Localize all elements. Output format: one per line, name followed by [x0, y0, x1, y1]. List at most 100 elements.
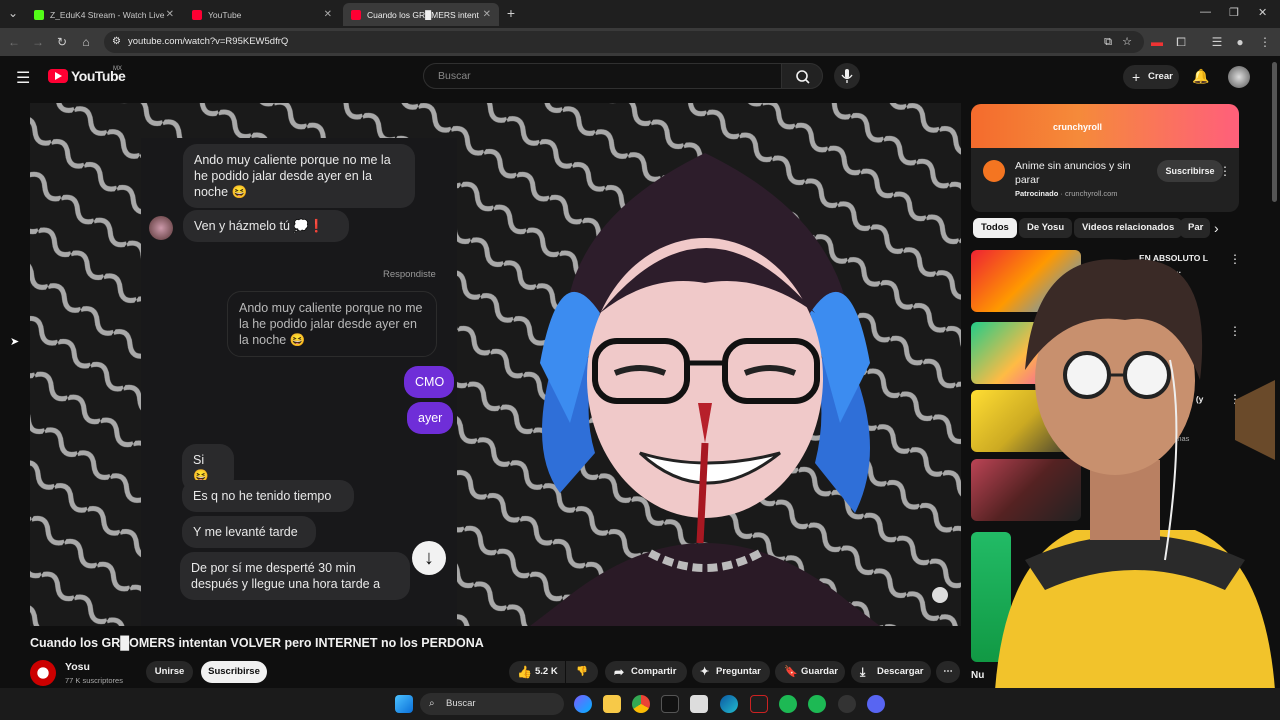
ad-banner[interactable]: crunchyroll: [971, 104, 1239, 148]
reading-list-icon[interactable]: ☰: [1208, 33, 1226, 51]
tab-title: YouTube: [208, 9, 242, 20]
search-button[interactable]: [781, 63, 823, 89]
back-icon[interactable]: ←: [5, 33, 23, 51]
chat-message: Y me levanté tarde: [182, 516, 316, 548]
tab-list-icon[interactable]: ⌄: [4, 4, 22, 22]
scroll-down-icon: ↓: [412, 541, 446, 575]
create-button[interactable]: + Crear: [1123, 65, 1179, 89]
windows-taskbar: ⌕ Buscar: [0, 688, 1280, 720]
kick-icon: [34, 9, 44, 20]
voice-search-button[interactable]: [834, 63, 860, 89]
maximize-icon[interactable]: ❐: [1229, 6, 1239, 19]
ad-brand: crunchyroll: [1053, 122, 1103, 132]
spotify-icon[interactable]: [779, 695, 797, 713]
microphone-icon: [841, 69, 853, 83]
chat-message: Ven y házmelo tú 💭❗: [183, 210, 349, 242]
extensions-icon[interactable]: ⧠: [1172, 33, 1190, 51]
install-app-icon[interactable]: ⧉: [1104, 31, 1112, 53]
tab-title: Cuando los GR█MERS intenta: [367, 9, 479, 20]
download-icon: ⤓: [860, 665, 866, 679]
tab-title: Z_EduK4 Stream - Watch Live o: [50, 9, 166, 20]
close-window-icon[interactable]: ✕: [1258, 6, 1267, 19]
tab-z-eduk4[interactable]: Z_EduK4 Stream - Watch Live o ✕: [26, 3, 182, 26]
search-icon: ⌕: [429, 698, 435, 709]
tiktok-icon[interactable]: [661, 695, 679, 713]
ask-button[interactable]: ✦ Preguntar: [692, 661, 770, 683]
like-button[interactable]: 👍 5.2 K: [509, 661, 565, 683]
ad-more-icon[interactable]: ⋮: [1219, 164, 1231, 178]
spotify-icon[interactable]: [808, 695, 826, 713]
profile-avatar-icon[interactable]: ●: [1231, 33, 1249, 51]
video-title: Cuando los GR█OMERS intentan VOLVER pero…: [30, 636, 484, 650]
channel-name[interactable]: Yosu: [65, 661, 90, 673]
share-button[interactable]: ➦ Compartir: [605, 661, 687, 683]
save-button[interactable]: 🔖 Guardar: [775, 661, 845, 683]
windows-start-icon[interactable]: [395, 695, 413, 713]
download-button[interactable]: ⤓ Descargar: [851, 661, 931, 683]
copilot-icon[interactable]: [574, 695, 592, 713]
quoted-message: Ando muy caliente porque no me la he pod…: [227, 291, 437, 357]
region-code: MX: [113, 66, 122, 72]
youtube-favicon-icon: [192, 9, 202, 20]
bookmark-star-icon[interactable]: ☆: [1122, 31, 1132, 53]
browser-menu-icon[interactable]: ⋮: [1256, 33, 1274, 51]
extension-red-icon[interactable]: ▬: [1148, 33, 1166, 51]
forward-icon[interactable]: →: [29, 33, 47, 51]
discord-icon[interactable]: [867, 695, 885, 713]
shorts-heading: Nu: [971, 670, 985, 681]
edge-icon[interactable]: [720, 695, 738, 713]
chat-message: Ando muy caliente porque no me la he pod…: [183, 144, 415, 208]
reload-icon[interactable]: ↻: [53, 33, 71, 51]
close-tab-icon[interactable]: ✕: [483, 9, 491, 20]
ask-label: Preguntar: [716, 666, 761, 677]
ad-sponsored: Patrocinado: [1015, 189, 1059, 198]
video-player[interactable]: Ando muy caliente porque no me la he pod…: [30, 103, 961, 626]
share-icon: ➦: [614, 665, 625, 679]
ad-subscribe-button[interactable]: Suscribirse: [1157, 160, 1223, 182]
search-icon: [796, 70, 810, 84]
app-red-icon[interactable]: [750, 695, 768, 713]
new-tab-icon[interactable]: +: [502, 4, 520, 22]
join-button[interactable]: Unirse: [146, 661, 193, 683]
chat-message: De por sí me desperté 30 min después y l…: [180, 552, 410, 600]
sparkle-icon: ✦: [700, 666, 710, 678]
dislike-button[interactable]: 👎: [566, 661, 598, 683]
taskbar-search-label: Buscar: [446, 698, 476, 709]
page-scrollbar[interactable]: [1272, 62, 1277, 202]
close-tab-icon[interactable]: ✕: [324, 9, 332, 20]
tab-current-video[interactable]: Cuando los GR█MERS intenta ✕: [343, 3, 499, 26]
tab-youtube[interactable]: YouTube ✕: [184, 3, 340, 26]
minimize-icon[interactable]: —: [1200, 6, 1211, 18]
search-input[interactable]: Buscar: [423, 63, 782, 89]
streamer-avatar-overlay: [995, 259, 1275, 690]
subscriber-count: 77 K suscriptores: [65, 676, 123, 685]
notifications-bell-icon[interactable]: 🔔: [1192, 68, 1209, 85]
channel-watermark-icon[interactable]: [932, 587, 948, 603]
share-label: Compartir: [631, 666, 677, 677]
chat-avatar: [149, 216, 173, 240]
address-bar[interactable]: ⚙ youtube.com/watch?v=R95KEW5dfrQ ⧉ ☆: [104, 31, 1144, 53]
more-actions-button[interactable]: ⋯: [936, 661, 960, 683]
replied-label: Respondiste: [383, 269, 436, 280]
url-text: youtube.com/watch?v=R95KEW5dfrQ: [128, 36, 289, 47]
account-avatar[interactable]: [1228, 66, 1250, 88]
channel-avatar[interactable]: [30, 660, 56, 686]
close-tab-icon[interactable]: ✕: [166, 9, 174, 20]
obs-icon[interactable]: [838, 695, 856, 713]
subscribe-button[interactable]: Suscribirse: [201, 661, 267, 683]
file-explorer-icon[interactable]: [603, 695, 621, 713]
site-info-icon[interactable]: ⚙: [112, 31, 121, 53]
browser-toolbar: ← → ↻ ⌂ ⚙ youtube.com/watch?v=R95KEW5dfr…: [0, 28, 1280, 56]
chat-screenshot: Ando muy caliente porque no me la he pod…: [141, 138, 457, 626]
youtube-logo-icon[interactable]: [48, 69, 68, 83]
mouse-cursor-icon: ➤: [10, 336, 20, 348]
sponsored-ad-card[interactable]: crunchyroll Anime sin anuncios y sin par…: [971, 104, 1239, 212]
home-icon[interactable]: ⌂: [77, 33, 95, 51]
ad-domain: crunchyroll.com: [1065, 189, 1118, 198]
capcut-icon[interactable]: [690, 695, 708, 713]
taskbar-search[interactable]: ⌕ Buscar: [420, 693, 564, 715]
plus-icon: +: [1132, 69, 1141, 85]
hamburger-menu-icon[interactable]: ☰: [16, 68, 30, 88]
like-count: 5.2 K: [535, 666, 558, 677]
chrome-icon[interactable]: [632, 695, 650, 713]
